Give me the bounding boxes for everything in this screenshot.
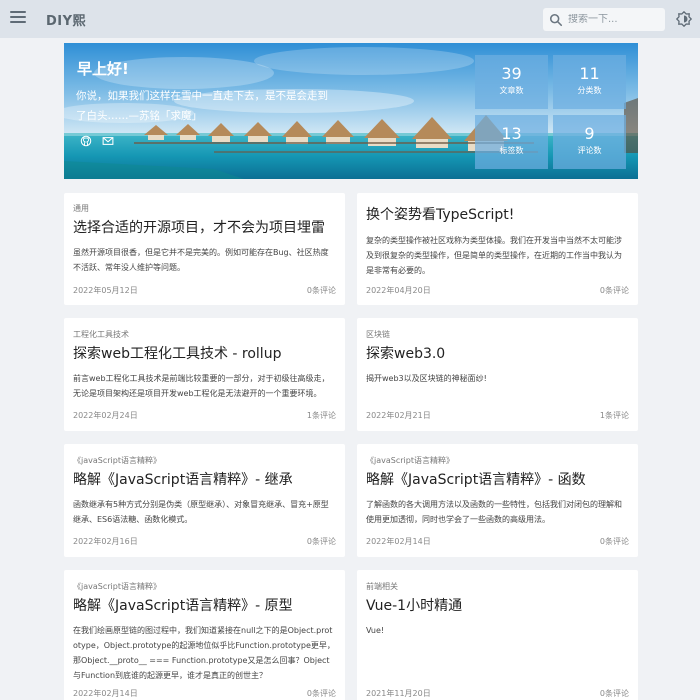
post-card[interactable]: 《javaScript语言精粹》 略解《JavaScript语言精粹》- 函数 …: [357, 444, 638, 557]
post-category[interactable]: 《javaScript语言精粹》: [73, 581, 161, 592]
post-excerpt: 虽然开源项目很香，但是它并不是完美的。例如可能存在Bug、社区热度不活跃、常年没…: [73, 248, 329, 272]
post-category[interactable]: 前端相关: [366, 581, 398, 592]
post-category[interactable]: 《javaScript语言精粹》: [73, 455, 161, 466]
post-title[interactable]: 选择合适的开源项目，才不会为项目埋雷: [73, 217, 325, 237]
post-comment-count: 0条评论: [306, 537, 336, 546]
stat-value: 13: [501, 124, 522, 143]
theme-toggle-icon[interactable]: [676, 11, 692, 27]
post-excerpt: Vue!: [366, 626, 385, 635]
post-date: 2022年04月20日: [366, 286, 431, 295]
post-card[interactable]: 工程化工具技术 探索web工程化工具技术 - rollup 前言web工程化工具…: [64, 318, 345, 431]
stat-articles[interactable]: 39 文章数: [475, 55, 548, 109]
post-comment-count: 1条评论: [599, 411, 629, 420]
top-bar: DIY熙: [0, 0, 700, 38]
search-input[interactable]: [568, 14, 660, 25]
post-excerpt: 复杂的类型操作被社区戏称为类型体操。我们在开发当中当然不太可能涉及到很复杂的类型…: [366, 236, 622, 275]
post-title[interactable]: 略解《JavaScript语言精粹》- 原型: [73, 595, 293, 615]
stat-label: 标签数: [499, 146, 524, 155]
post-comment-count: 0条评论: [599, 689, 629, 698]
post-date: 2021年11月20日: [366, 689, 431, 698]
social-links: [80, 135, 114, 147]
menu-icon[interactable]: [10, 11, 26, 25]
post-comment-count: 0条评论: [306, 286, 336, 295]
search-icon: [549, 13, 563, 26]
post-title[interactable]: 换个姿势看TypeScript!: [366, 204, 514, 224]
post-category[interactable]: 工程化工具技术: [73, 329, 129, 340]
post-excerpt: 前言web工程化工具技术是前端比较重要的一部分，对于初级往高级走，无论是项目架构…: [73, 374, 330, 398]
post-card[interactable]: 《javaScript语言精粹》 略解《JavaScript语言精粹》- 原型 …: [64, 570, 345, 700]
post-card[interactable]: 区块链 探索web3.0 揭开web3以及区块链的神秘面纱! 2022年02月2…: [357, 318, 638, 431]
post-comment-count: 0条评论: [306, 689, 336, 698]
quote-text: 你说，如果我们这样在雪中一直走下去，是不是会走到了白头……—苏铭「求魔」: [76, 90, 328, 122]
post-date: 2022年02月24日: [73, 411, 138, 420]
stat-label: 分类数: [577, 86, 602, 95]
post-date: 2022年02月21日: [366, 411, 431, 420]
post-card[interactable]: 换个姿势看TypeScript! 复杂的类型操作被社区戏称为类型体操。我们在开发…: [357, 193, 638, 305]
post-category[interactable]: 《javaScript语言精粹》: [366, 455, 454, 466]
stat-value: 39: [501, 64, 522, 83]
post-excerpt: 函数继承有5种方式分别是伪类（原型继承）、对象冒充继承、冒充+原型继承、ES6语…: [73, 500, 329, 524]
post-comment-count: 1条评论: [306, 411, 336, 420]
stat-value: 9: [584, 124, 595, 143]
site-brand[interactable]: DIY熙: [46, 10, 86, 29]
post-title[interactable]: 探索web3.0: [366, 343, 445, 363]
post-comment-count: 0条评论: [599, 286, 629, 295]
stat-tags[interactable]: 13 标签数: [475, 115, 548, 169]
post-title[interactable]: 探索web工程化工具技术 - rollup: [73, 343, 281, 363]
stat-label: 评论数: [577, 146, 602, 155]
email-icon[interactable]: [102, 135, 114, 147]
post-card[interactable]: 《javaScript语言精粹》 略解《JavaScript语言精粹》- 继承 …: [64, 444, 345, 557]
post-card[interactable]: 前端相关 Vue-1小时精通 Vue! 2021年11月20日 0条评论: [357, 570, 638, 700]
post-excerpt: 揭开web3以及区块链的神秘面纱!: [366, 374, 487, 383]
stat-value: 11: [579, 64, 600, 83]
hero-banner: 早上好! 你说，如果我们这样在雪中一直走下去，是不是会走到了白头……—苏铭「求魔…: [64, 43, 638, 179]
post-excerpt: 了解函数的各大调用方法以及函数的一些特性，包括我们对闭包的理解和使用更加透彻，同…: [366, 500, 622, 524]
post-category[interactable]: 通用: [73, 203, 89, 214]
stat-comments[interactable]: 9 评论数: [553, 115, 626, 169]
post-category[interactable]: 区块链: [366, 329, 390, 340]
search-box[interactable]: [543, 8, 665, 31]
greeting-text: 早上好!: [77, 60, 129, 78]
post-comment-count: 0条评论: [599, 537, 629, 546]
stat-categories[interactable]: 11 分类数: [553, 55, 626, 109]
post-date: 2022年02月14日: [366, 537, 431, 546]
post-date: 2022年02月16日: [73, 537, 138, 546]
post-date: 2022年05月12日: [73, 286, 138, 295]
post-title[interactable]: 略解《JavaScript语言精粹》- 继承: [73, 469, 293, 489]
post-excerpt: 在我们绘画原型链的图过程中，我们知道紧接在null之下的是Object.prot…: [73, 626, 335, 680]
github-icon[interactable]: [80, 135, 92, 147]
post-date: 2022年02月14日: [73, 689, 138, 698]
post-title[interactable]: 略解《JavaScript语言精粹》- 函数: [366, 469, 586, 489]
post-title[interactable]: Vue-1小时精通: [366, 595, 462, 615]
stat-label: 文章数: [499, 86, 524, 95]
post-card[interactable]: 通用 选择合适的开源项目，才不会为项目埋雷 虽然开源项目很香，但是它并不是完美的…: [64, 193, 345, 305]
